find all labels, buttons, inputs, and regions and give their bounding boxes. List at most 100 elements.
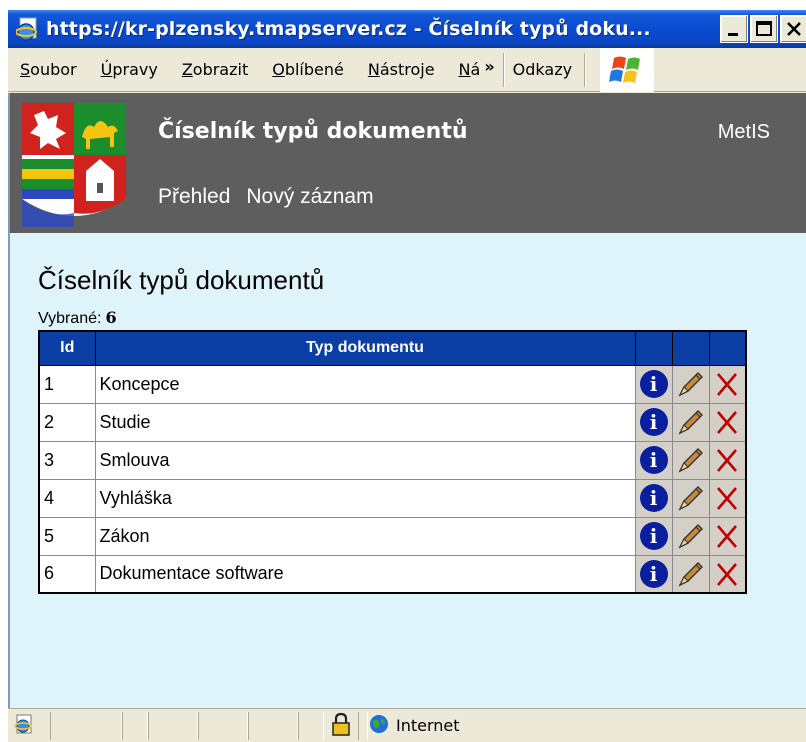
nav-link-novy-zaznam[interactable]: Nový záznam bbox=[246, 185, 373, 209]
close-button[interactable] bbox=[780, 15, 806, 43]
title-bar: https://kr-plzensky.tmapserver.cz - Číse… bbox=[8, 10, 806, 48]
cell-document-type: Koncepce bbox=[94, 364, 636, 404]
table-row: 3 Smlouva i bbox=[38, 440, 747, 480]
delete-button[interactable] bbox=[708, 478, 747, 518]
status-bar: Internet bbox=[8, 708, 806, 742]
table-row: 4 Vyhláška i bbox=[38, 478, 747, 518]
info-button[interactable]: i bbox=[634, 440, 673, 480]
cell-document-type: Smlouva bbox=[94, 440, 636, 480]
browser-window: https://kr-plzensky.tmapserver.cz - Číse… bbox=[8, 10, 806, 742]
column-header-id[interactable]: Id bbox=[38, 330, 96, 366]
info-icon: i bbox=[639, 522, 668, 550]
edit-button[interactable] bbox=[671, 402, 710, 442]
menu-bar: Soubor Úpravy Zobrazit Oblíbené Nástroje… bbox=[8, 47, 806, 92]
column-header-action bbox=[708, 330, 747, 366]
column-header-type[interactable]: Typ dokumentu bbox=[94, 330, 636, 366]
delete-button[interactable] bbox=[708, 364, 747, 404]
delete-button[interactable] bbox=[708, 402, 747, 442]
delete-x-icon bbox=[717, 487, 738, 510]
cell-document-type: Dokumentace software bbox=[94, 554, 636, 594]
table-row: 1 Koncepce i bbox=[38, 364, 747, 404]
edit-button[interactable] bbox=[671, 364, 710, 404]
table-row: 2 Studie i bbox=[38, 402, 747, 442]
edit-pencil-icon bbox=[677, 561, 703, 587]
cell-id: 4 bbox=[38, 478, 96, 518]
selected-count-label: Vybrané: bbox=[38, 310, 102, 327]
edit-pencil-icon bbox=[677, 410, 703, 435]
links-toolbar-label[interactable]: Odkazy bbox=[509, 60, 580, 79]
status-panel bbox=[358, 711, 368, 740]
delete-button[interactable] bbox=[708, 554, 747, 594]
status-panel bbox=[248, 711, 298, 740]
info-icon: i bbox=[639, 559, 668, 588]
edit-button[interactable] bbox=[671, 516, 710, 556]
windows-logo-icon bbox=[600, 47, 655, 92]
edit-pencil-icon bbox=[677, 524, 703, 549]
delete-x-icon bbox=[717, 525, 738, 548]
app-name: MetIS bbox=[717, 121, 770, 143]
delete-x-icon bbox=[717, 562, 738, 586]
info-icon: i bbox=[639, 484, 668, 512]
menu-oblibene[interactable]: Oblíbené bbox=[260, 48, 356, 92]
minimize-button[interactable] bbox=[720, 15, 748, 43]
status-panel bbox=[148, 711, 198, 740]
info-button[interactable]: i bbox=[634, 516, 673, 556]
selected-count-value: 6 bbox=[105, 308, 117, 327]
internet-globe-icon bbox=[368, 713, 390, 739]
menu-separator bbox=[502, 52, 505, 87]
info-icon: i bbox=[639, 408, 668, 436]
edit-pencil-icon bbox=[677, 372, 703, 397]
edit-button[interactable] bbox=[671, 554, 710, 594]
page-header: Číselník typů dokumentů MetIS Přehled No… bbox=[10, 93, 806, 233]
nav-link-prehled[interactable]: Přehled bbox=[158, 185, 230, 209]
cell-document-type: Vyhláška bbox=[94, 478, 636, 518]
table-row: 6 Dokumentace software i bbox=[38, 554, 747, 594]
page-title: Číselník typů dokumentů bbox=[38, 265, 325, 295]
page-status-icon bbox=[14, 713, 36, 739]
header-nav: Přehled Nový záznam bbox=[158, 185, 374, 209]
menu-soubor[interactable]: Soubor bbox=[8, 48, 89, 92]
delete-x-icon bbox=[717, 373, 738, 396]
cell-id: 5 bbox=[38, 516, 96, 556]
menu-upravy[interactable]: Úpravy bbox=[89, 48, 170, 92]
cell-id: 6 bbox=[38, 554, 96, 594]
column-header-action bbox=[634, 330, 673, 366]
page-viewport: Číselník typů dokumentů MetIS Přehled No… bbox=[8, 93, 806, 708]
info-button[interactable]: i bbox=[634, 364, 673, 404]
status-panel bbox=[298, 711, 324, 740]
lock-icon[interactable] bbox=[330, 711, 352, 741]
info-button[interactable]: i bbox=[634, 478, 673, 518]
menu-separator bbox=[584, 52, 587, 87]
edit-button[interactable] bbox=[671, 440, 710, 480]
column-header-action bbox=[671, 330, 710, 366]
info-button[interactable]: i bbox=[634, 402, 673, 442]
menu-napoveda-truncated[interactable]: Ná bbox=[447, 48, 481, 92]
document-types-table: Id Typ dokumentu 1 Koncepce i 2 Studie i 3 Smlo… bbox=[38, 330, 747, 594]
window-title: https://kr-plzensky.tmapserver.cz - Číse… bbox=[46, 18, 651, 40]
table-row: 5 Zákon i bbox=[38, 516, 747, 556]
cell-document-type: Studie bbox=[94, 402, 636, 442]
maximize-button[interactable] bbox=[750, 15, 778, 43]
table-header-row: Id Typ dokumentu bbox=[38, 330, 747, 366]
plzen-region-crest-logo bbox=[22, 103, 126, 227]
edit-button[interactable] bbox=[671, 478, 710, 518]
status-panel bbox=[122, 711, 148, 740]
cell-id: 1 bbox=[38, 364, 96, 404]
menu-overflow-chevron[interactable]: » bbox=[480, 47, 498, 87]
header-title: Číselník typů dokumentů bbox=[158, 119, 468, 144]
menu-zobrazit[interactable]: Zobrazit bbox=[170, 48, 260, 92]
delete-x-icon bbox=[717, 411, 738, 434]
info-icon: i bbox=[639, 446, 668, 474]
status-panel bbox=[198, 711, 248, 740]
delete-button[interactable] bbox=[708, 516, 747, 556]
delete-button[interactable] bbox=[708, 440, 747, 480]
info-icon: i bbox=[639, 370, 668, 398]
ie-document-icon bbox=[15, 16, 42, 42]
cell-id: 2 bbox=[38, 402, 96, 442]
cell-document-type: Zákon bbox=[94, 516, 636, 556]
info-button[interactable]: i bbox=[634, 554, 673, 594]
cell-id: 3 bbox=[38, 440, 96, 480]
status-panel bbox=[50, 711, 122, 740]
selected-count: Vybrané: 6 bbox=[38, 308, 117, 328]
menu-nastroje[interactable]: Nástroje bbox=[356, 48, 447, 92]
